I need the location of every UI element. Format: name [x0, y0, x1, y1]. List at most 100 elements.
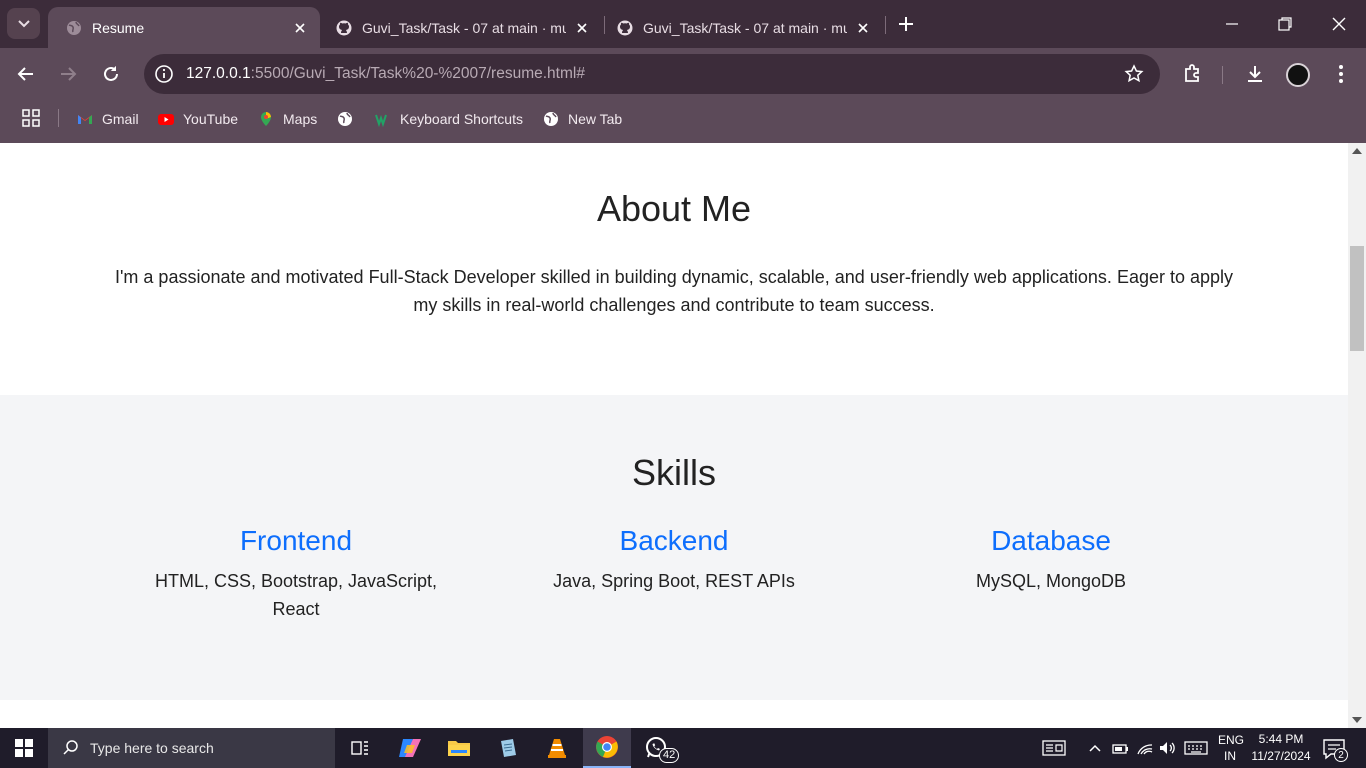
page-scrollbar[interactable]	[1348, 143, 1366, 728]
reload-icon[interactable]	[100, 63, 122, 85]
restore-icon[interactable]	[1275, 14, 1295, 34]
task-view-button[interactable]	[336, 728, 384, 768]
skill-title: Frontend	[239, 525, 353, 556]
bookmark-globe[interactable]	[337, 109, 362, 129]
tab-title: Guvi_Task/Task - 07 at main · mu	[643, 19, 847, 36]
close-icon[interactable]	[292, 20, 308, 36]
taskbar-notepad[interactable]	[484, 728, 532, 768]
touch-keyboard-icon[interactable]	[1184, 738, 1208, 758]
bookmark-label: Gmail	[102, 111, 139, 127]
skills-section: Skills Frontend HTML, CSS, Bootstrap, Ja…	[0, 395, 1348, 700]
notepad-icon	[501, 739, 516, 757]
bookmark-label: YouTube	[183, 111, 239, 127]
close-icon[interactable]	[574, 20, 590, 36]
clock-date: 11/27/2024	[1251, 749, 1311, 763]
search-placeholder: Type here to search	[90, 740, 214, 756]
bookmarks-bar: Gmail YouTube Maps Keyboard Shortcuts Ne…	[0, 100, 1366, 143]
url-path: :5500/Guvi_Task/Task%20-%2007/resume.htm…	[250, 65, 585, 82]
clock-time: 5:44 PM	[1258, 732, 1304, 746]
chevron-down-icon	[17, 19, 30, 27]
gmail-icon	[78, 115, 92, 124]
minimize-icon[interactable]	[1222, 14, 1242, 34]
apps-grid-icon[interactable]	[22, 109, 40, 127]
skill-card-frontend: Frontend HTML, CSS, Bootstrap, JavaScrip…	[131, 523, 461, 623]
battery-icon[interactable]	[1111, 738, 1129, 758]
taskbar-vlc[interactable]	[533, 728, 581, 768]
input-language[interactable]: ENG IN	[1218, 732, 1245, 764]
tab-github-2[interactable]: Guvi_Task/Task - 07 at main · mu	[599, 7, 883, 48]
news-widget-icon[interactable]	[1042, 738, 1066, 758]
bookmarks-separator	[58, 109, 59, 127]
toolbar-separator	[1222, 66, 1223, 84]
chevron-up-icon[interactable]	[1087, 738, 1103, 758]
download-icon[interactable]	[1244, 63, 1266, 85]
bookmark-gmail[interactable]: Gmail	[77, 109, 139, 129]
taskbar-search-box[interactable]: Type here to search	[48, 728, 335, 768]
scrollbar-thumb[interactable]	[1350, 246, 1364, 351]
page-viewport: About Me I'm a passionate and motivated …	[0, 143, 1348, 728]
scroll-up-arrow-icon[interactable]	[1352, 148, 1362, 154]
globe-icon	[544, 112, 558, 126]
github-icon	[617, 20, 633, 35]
skill-text: Java, Spring Boot, REST APIs	[553, 571, 795, 591]
volume-icon[interactable]	[1158, 738, 1178, 758]
notification-count: 2	[1334, 748, 1348, 762]
whatsapp-badge: 42	[659, 748, 680, 763]
tab-resume[interactable]: Resume	[48, 7, 320, 48]
more-menu-icon[interactable]	[1330, 63, 1352, 85]
chrome-icon	[596, 736, 618, 758]
copilot-icon	[399, 739, 421, 757]
folder-icon	[448, 741, 470, 756]
taskbar-file-explorer[interactable]	[435, 728, 483, 768]
skill-title: Database	[991, 525, 1111, 556]
windows-taskbar: Type here to search 42 ENG IN 5:44 PM 11…	[0, 728, 1366, 768]
skill-title: Backend	[619, 525, 729, 556]
bookmark-keyboard-shortcuts[interactable]: Keyboard Shortcuts	[375, 109, 523, 129]
address-bar[interactable]: 127.0.0.1:5500/Guvi_Task/Task%20-%2007/r…	[144, 54, 1160, 94]
lang-code: ENG	[1218, 733, 1245, 747]
tab-github-1[interactable]: Guvi_Task/Task - 07 at main · mu	[318, 7, 602, 48]
bookmark-new-tab[interactable]: New Tab	[543, 109, 622, 129]
lang-region: IN	[1224, 749, 1236, 763]
taskbar-copilot[interactable]	[386, 728, 434, 768]
tab-separator	[885, 16, 886, 34]
extensions-icon[interactable]	[1181, 63, 1203, 85]
about-text: I'm a passionate and motivated Full-Stac…	[114, 267, 1234, 315]
bookmark-label: Keyboard Shortcuts	[400, 111, 523, 127]
browser-toolbar: 127.0.0.1:5500/Guvi_Task/Task%20-%2007/r…	[0, 48, 1366, 100]
bookmark-star-icon[interactable]	[1124, 64, 1144, 84]
bookmark-label: Maps	[283, 111, 318, 127]
scroll-down-arrow-icon[interactable]	[1352, 717, 1362, 723]
tab-strip: Resume Guvi_Task/Task - 07 at main · mu …	[0, 0, 1366, 48]
youtube-icon	[158, 114, 174, 125]
tab-search-button[interactable]	[7, 8, 40, 39]
tab-title: Guvi_Task/Task - 07 at main · mu	[362, 19, 566, 36]
maps-pin-icon	[261, 112, 271, 126]
windows-logo-icon	[15, 739, 33, 757]
skills-heading: Skills	[631, 452, 716, 493]
next-section	[0, 700, 1348, 728]
close-window-icon[interactable]	[1329, 14, 1349, 34]
profile-avatar[interactable]	[1286, 63, 1310, 87]
site-info-icon[interactable]	[152, 62, 176, 86]
skill-card-database: Database MySQL, MongoDB	[886, 523, 1216, 595]
about-section: About Me I'm a passionate and motivated …	[0, 143, 1348, 395]
search-icon	[63, 740, 78, 755]
close-icon[interactable]	[855, 20, 871, 36]
globe-icon	[67, 20, 81, 35]
url-text[interactable]: 127.0.0.1:5500/Guvi_Task/Task%20-%2007/r…	[186, 65, 585, 83]
forward-arrow-icon[interactable]	[57, 63, 79, 85]
wifi-icon[interactable]	[1136, 738, 1154, 758]
bookmark-maps[interactable]: Maps	[258, 109, 317, 129]
taskbar-chrome[interactable]	[583, 728, 631, 768]
taskbar-clock[interactable]: 5:44 PM 11/27/2024	[1250, 731, 1312, 765]
new-tab-icon[interactable]	[895, 13, 917, 35]
back-arrow-icon[interactable]	[15, 63, 37, 85]
keyboard-shortcuts-site-icon	[375, 114, 387, 127]
skill-text: HTML, CSS, Bootstrap, JavaScript, React	[154, 571, 438, 619]
skill-card-backend: Backend Java, Spring Boot, REST APIs	[509, 523, 839, 595]
bookmark-youtube[interactable]: YouTube	[158, 109, 238, 129]
globe-icon	[338, 112, 352, 126]
start-button[interactable]	[0, 728, 48, 768]
taskbar-whatsapp[interactable]: 42	[632, 728, 680, 768]
